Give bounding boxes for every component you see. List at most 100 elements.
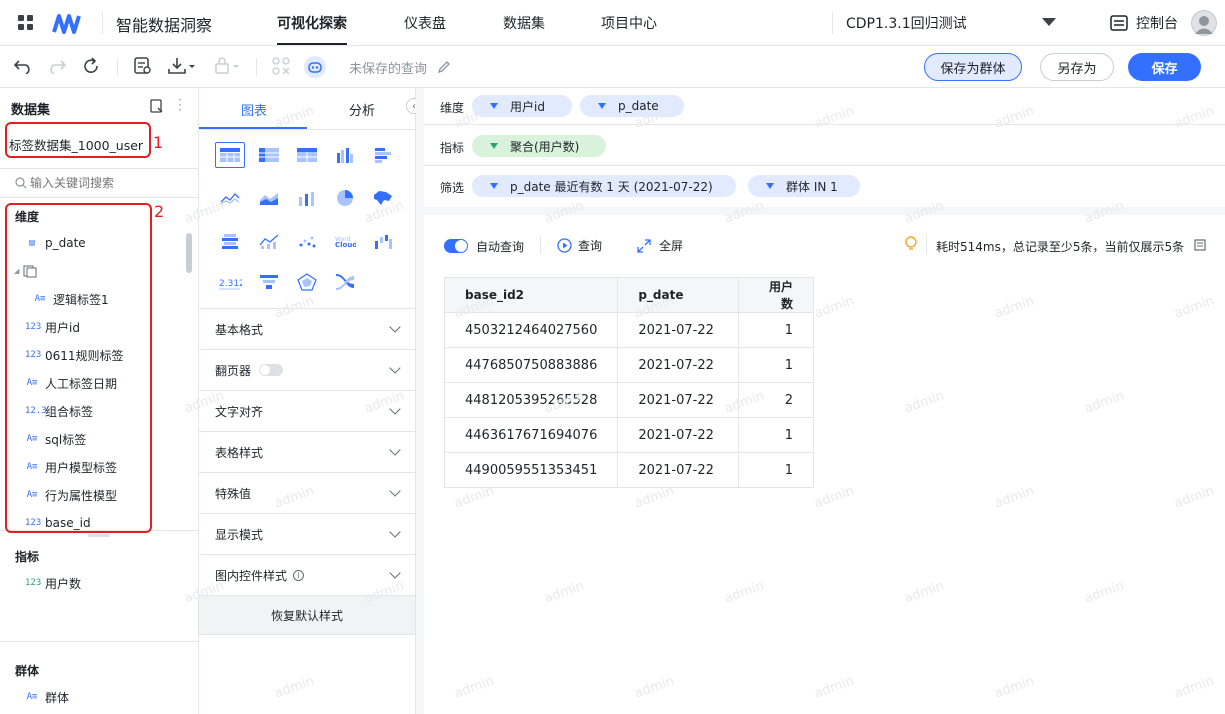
resize-handle[interactable] — [88, 534, 110, 537]
kpi-card-icon[interactable]: 2.312 — [215, 269, 245, 295]
fullscreen-button[interactable]: 全屏 — [637, 237, 683, 254]
tab-analysis[interactable]: 分析 — [349, 100, 375, 119]
avatar[interactable] — [1191, 10, 1217, 36]
metric-item[interactable]: 123 用户数 — [25, 573, 81, 593]
save-as-group-button[interactable]: 保存为群体 — [924, 53, 1022, 81]
filter-pill-group[interactable]: 群体 IN 1 — [748, 175, 860, 197]
table-cell: 4463617671694076 — [443, 417, 619, 453]
project-select[interactable]: CDP1.3.1回归测试 — [846, 13, 1056, 33]
waterfall-chart-icon[interactable] — [368, 228, 398, 254]
detail-table-icon[interactable] — [292, 142, 322, 168]
divider — [0, 641, 199, 642]
table-cell: 4503212464027560 — [443, 312, 619, 348]
undo-icon[interactable] — [13, 58, 32, 78]
tab-project-center[interactable]: 项目中心 — [601, 13, 657, 33]
query-name: 未保存的查询 — [349, 62, 428, 77]
save-as-button[interactable]: 另存为 — [1040, 53, 1114, 81]
caret-down-icon — [490, 183, 498, 189]
section-basic-format[interactable]: 基本格式 — [199, 308, 415, 349]
more-icon[interactable]: · · · — [178, 94, 182, 116]
save-button[interactable]: 保存 — [1128, 53, 1201, 81]
info-icon: i — [293, 569, 305, 581]
bar-chart-icon[interactable] — [330, 142, 360, 168]
tab-dataset[interactable]: 数据集 — [503, 13, 545, 33]
combo-chart-icon[interactable] — [292, 185, 322, 211]
table-cell: 4476850750883886 — [443, 347, 619, 383]
table-cell: 4481205395265528 — [443, 382, 619, 418]
lock-icon — [214, 57, 242, 79]
pivot-table-icon[interactable] — [254, 142, 284, 168]
divider — [256, 58, 257, 76]
divider — [117, 58, 118, 76]
map-chart-icon[interactable] — [368, 185, 398, 211]
refresh-icon[interactable] — [82, 57, 100, 79]
app-grid-icon[interactable] — [18, 15, 34, 31]
dim-pill-p-date[interactable]: p_date — [580, 95, 684, 117]
word-cloud-icon[interactable]: Word Cloud — [330, 228, 360, 254]
result-table: base_id2 p_date 用户数 4503212464027560 2021… — [443, 277, 814, 488]
edit-name-icon[interactable] — [437, 60, 451, 78]
bulb-icon[interactable] — [904, 236, 918, 256]
section-pager[interactable]: 翻页器 — [199, 349, 415, 390]
annotation-number-1: 1 — [153, 133, 164, 152]
section-display-mode[interactable]: 显示模式 — [199, 513, 415, 554]
field-search[interactable] — [0, 168, 199, 198]
divider — [424, 165, 1225, 166]
area-chart-icon[interactable] — [254, 185, 284, 211]
query-area: 维度 用户id p_date 指标 聚合(用户数) 筛选 p_date 最近有数… — [416, 88, 1225, 714]
query-button[interactable]: 查询 — [557, 237, 602, 254]
query-status: 耗时514ms，总记录至少5条，当前仅展示5条 — [936, 240, 1185, 254]
reset-style-button[interactable]: 恢复默认样式 — [199, 595, 415, 635]
divider — [540, 236, 541, 254]
tab-chart[interactable]: 图表 — [241, 100, 267, 119]
download-icon[interactable] — [168, 57, 196, 79]
log-icon[interactable] — [1194, 239, 1206, 255]
section-widget-style[interactable]: 图内控件样式 i — [199, 554, 415, 595]
divider — [102, 12, 103, 34]
section-text-align[interactable]: 文字对齐 — [199, 390, 415, 431]
sankey-chart-icon[interactable] — [330, 269, 360, 295]
radar-chart-icon[interactable] — [292, 269, 322, 295]
column-header[interactable]: 用户数 — [738, 277, 814, 313]
section-special-values[interactable]: 特殊值 — [199, 472, 415, 513]
table-cell: 2021-07-22 — [617, 452, 740, 488]
tab-dashboard[interactable]: 仪表盘 — [404, 13, 446, 33]
line-chart-icon[interactable] — [215, 185, 245, 211]
filter-off-icon — [272, 57, 290, 79]
auto-query-toggle[interactable] — [444, 239, 468, 253]
filter-pill-date[interactable]: p_date 最近有数 1 天 (2021-07-22) — [472, 175, 736, 197]
pager-toggle[interactable] — [259, 364, 284, 376]
caret-down-icon — [490, 143, 498, 149]
dataset-switch-icon[interactable] — [150, 99, 164, 117]
groups-title: 群体 — [15, 664, 40, 678]
group-item[interactable]: A≡ 群体 — [25, 687, 69, 707]
horizontal-bar-icon[interactable] — [368, 142, 398, 168]
app-title: 智能数据洞察 — [116, 16, 213, 35]
kpi-sample-number: 2.312 — [219, 279, 242, 289]
scrollbar[interactable] — [186, 233, 192, 273]
table-chart-icon[interactable] — [215, 142, 245, 168]
dim-pill-user-id[interactable]: 用户id — [472, 95, 572, 117]
view-sql-icon[interactable] — [134, 57, 152, 79]
tab-visual-explore[interactable]: 可视化探索 — [277, 13, 347, 45]
funnel-stack-icon[interactable] — [215, 228, 245, 254]
table-header-row: base_id2 p_date 用户数 — [443, 277, 814, 313]
project-name: CDP1.3.1回归测试 — [846, 16, 967, 32]
table-cell: 2021-07-22 — [617, 347, 740, 383]
pie-chart-icon[interactable] — [330, 185, 360, 211]
scatter-chart-icon[interactable] — [292, 228, 322, 254]
table-row: 4503212464027560 2021-07-22 1 — [443, 312, 814, 348]
table-cell: 1 — [738, 347, 814, 383]
console-label: 控制台 — [1136, 16, 1178, 32]
section-table-style[interactable]: 表格样式 — [199, 431, 415, 472]
search-input[interactable] — [30, 176, 180, 190]
ai-assistant-icon[interactable] — [304, 56, 326, 78]
metric-pill[interactable]: 聚合(用户数) — [472, 135, 606, 157]
table-cell: 1 — [738, 312, 814, 348]
column-header[interactable]: p_date — [617, 277, 740, 313]
column-header[interactable]: base_id2 — [443, 277, 619, 313]
trend-chart-icon[interactable] — [254, 228, 284, 254]
redo-icon[interactable] — [48, 58, 67, 78]
console-button[interactable]: 控制台 — [1110, 13, 1178, 33]
funnel-chart-icon[interactable] — [254, 269, 284, 295]
